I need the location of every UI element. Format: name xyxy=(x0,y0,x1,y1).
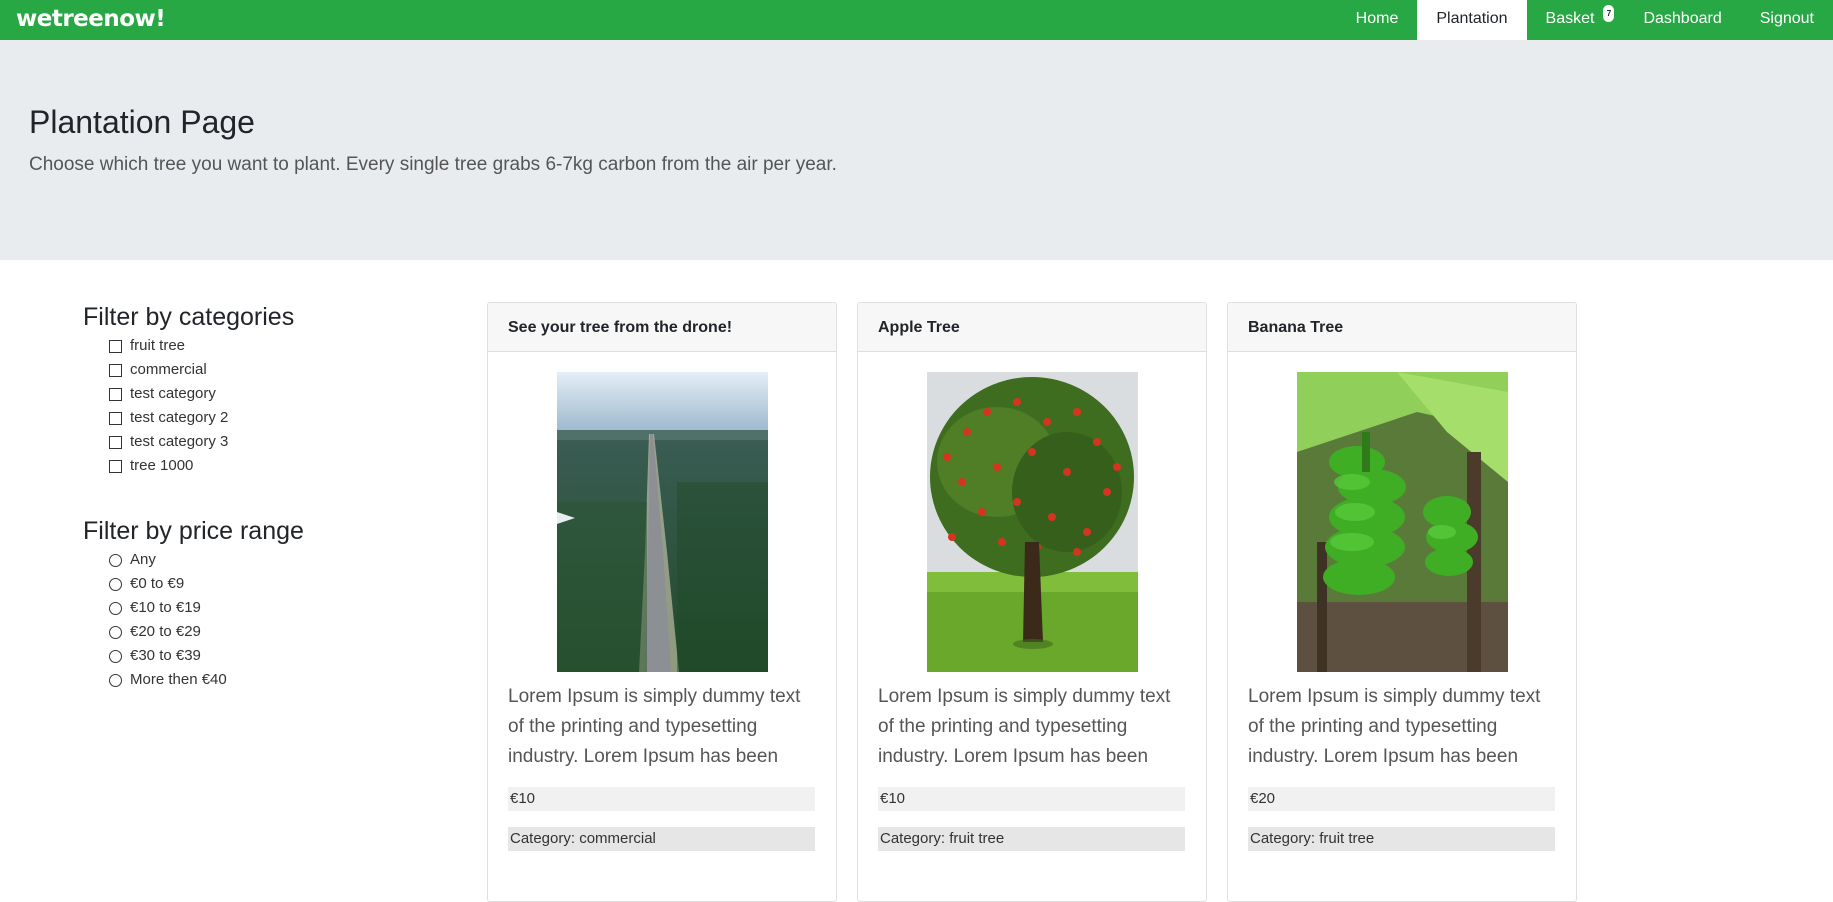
top-navbar: wetreenow! Home Plantation Basket 7 Dash… xyxy=(0,0,1833,40)
category-option-label: test category xyxy=(130,385,216,402)
product-category: Category: fruit tree xyxy=(878,827,1185,851)
radio-button[interactable] xyxy=(109,601,122,615)
product-title[interactable]: Banana Tree xyxy=(1228,303,1576,352)
category-option[interactable]: tree 1000 xyxy=(109,454,383,478)
page-title: Plantation Page xyxy=(29,104,255,140)
product-description: Lorem Ipsum is simply dummy text of the … xyxy=(508,686,801,767)
banana-tree-graphic xyxy=(1297,372,1508,672)
price-option-label: Any xyxy=(130,551,156,568)
product-card[interactable]: See your tree from the drone! Lorem Ipsu… xyxy=(487,302,837,902)
price-option-label: €10 to €19 xyxy=(130,599,201,616)
price-option[interactable]: €20 to €29 xyxy=(109,620,383,644)
price-option-label: More then €40 xyxy=(130,671,227,688)
product-card[interactable]: Apple Tree Lorem Ipsum is simply dummy t… xyxy=(857,302,1207,902)
radio-button[interactable] xyxy=(109,673,122,687)
nav-signout[interactable]: Signout xyxy=(1741,0,1833,40)
filter-sidebar: Filter by categories fruit tree commerci… xyxy=(83,300,383,692)
category-option-label: commercial xyxy=(130,361,207,378)
category-option-label: tree 1000 xyxy=(130,457,194,474)
price-option[interactable]: More then €40 xyxy=(109,668,383,692)
radio-button[interactable] xyxy=(109,625,122,639)
product-category: Category: commercial xyxy=(508,827,815,851)
price-option-label: €0 to €9 xyxy=(130,575,185,592)
category-option[interactable]: test category 3 xyxy=(109,430,383,454)
price-filter-list: Any €0 to €9 €10 to €19 €20 to €29 €30 t… xyxy=(83,548,383,692)
product-description: Lorem Ipsum is simply dummy text of the … xyxy=(1248,686,1541,767)
product-price: €10 xyxy=(878,787,1185,811)
price-option[interactable]: Any xyxy=(109,548,383,572)
category-filter-title: Filter by categories xyxy=(83,303,295,331)
category-option-label: fruit tree xyxy=(130,337,186,354)
price-option[interactable]: €0 to €9 xyxy=(109,572,383,596)
nav-basket-label: Basket xyxy=(1545,10,1595,27)
apple-tree-graphic xyxy=(927,372,1138,672)
nav-signout-label: Signout xyxy=(1759,10,1814,27)
product-category: Category: fruit tree xyxy=(1248,827,1555,851)
category-filter-list: fruit tree commercial test category test… xyxy=(83,334,383,478)
main-nav: Home Plantation Basket 7 Dashboard Signo… xyxy=(1337,0,1833,40)
checkbox[interactable] xyxy=(109,339,122,353)
nav-plantation[interactable]: Plantation xyxy=(1417,0,1527,40)
aerial-forest-road-image[interactable] xyxy=(557,372,768,672)
banana-tree-image[interactable] xyxy=(1297,372,1508,672)
checkbox[interactable] xyxy=(109,363,122,377)
product-title[interactable]: Apple Tree xyxy=(858,303,1206,352)
price-option-label: €20 to €29 xyxy=(130,623,201,640)
brand-logo[interactable]: wetreenow! xyxy=(16,4,166,34)
nav-home-label: Home xyxy=(1355,10,1399,27)
nav-plantation-label: Plantation xyxy=(1436,10,1508,27)
category-option[interactable]: commercial xyxy=(109,358,383,382)
basket-count-badge: 7 xyxy=(1603,5,1615,22)
category-option-label: test category 2 xyxy=(130,409,229,426)
checkbox[interactable] xyxy=(109,459,122,473)
apple-tree-image[interactable] xyxy=(927,372,1138,672)
radio-button[interactable] xyxy=(109,577,122,591)
product-price: €20 xyxy=(1248,787,1555,811)
page-header: Plantation Page Choose which tree you wa… xyxy=(0,40,1833,260)
category-option[interactable]: test category xyxy=(109,382,383,406)
radio-button[interactable] xyxy=(109,553,122,567)
price-option[interactable]: €10 to €19 xyxy=(109,596,383,620)
product-title[interactable]: See your tree from the drone! xyxy=(488,303,836,352)
product-price: €10 xyxy=(508,787,815,811)
aerial-forest-road-graphic xyxy=(557,372,768,672)
nav-home[interactable]: Home xyxy=(1337,0,1418,40)
price-filter-title: Filter by price range xyxy=(83,517,304,545)
product-description: Lorem Ipsum is simply dummy text of the … xyxy=(878,686,1171,767)
page-subtitle: Choose which tree you want to plant. Eve… xyxy=(29,154,837,175)
nav-dashboard-label: Dashboard xyxy=(1643,10,1722,27)
category-option-label: test category 3 xyxy=(130,433,229,450)
category-option[interactable]: fruit tree xyxy=(109,334,383,358)
category-option[interactable]: test category 2 xyxy=(109,406,383,430)
checkbox[interactable] xyxy=(109,411,122,425)
checkbox[interactable] xyxy=(109,435,122,449)
price-option[interactable]: €30 to €39 xyxy=(109,644,383,668)
nav-basket[interactable]: Basket 7 xyxy=(1527,0,1625,40)
checkbox[interactable] xyxy=(109,387,122,401)
price-option-label: €30 to €39 xyxy=(130,647,201,664)
radio-button[interactable] xyxy=(109,649,122,663)
product-card[interactable]: Banana Tree Lorem Ipsum is simply dummy … xyxy=(1227,302,1577,902)
nav-dashboard[interactable]: Dashboard xyxy=(1624,0,1740,40)
